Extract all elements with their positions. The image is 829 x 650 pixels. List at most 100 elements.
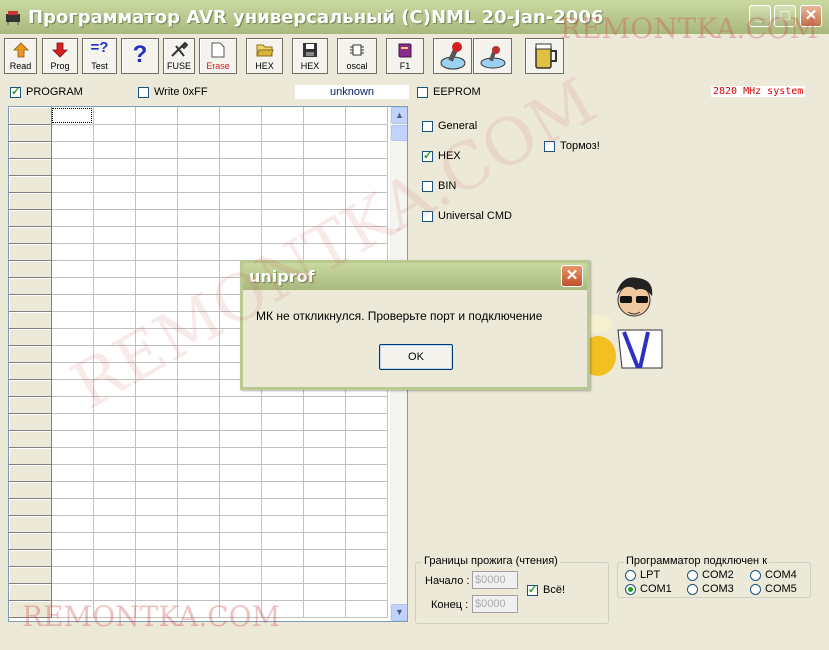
- open-hex-button[interactable]: HEX: [246, 38, 283, 74]
- grid-cell[interactable]: [177, 328, 220, 346]
- grid-cell[interactable]: [135, 532, 178, 550]
- title-bar[interactable]: Программатор AVR универсальный (С)NML 20…: [0, 0, 829, 34]
- grid-cell[interactable]: [303, 447, 346, 465]
- grid-cell[interactable]: [51, 447, 94, 465]
- grid-cell[interactable]: [93, 362, 136, 380]
- scroll-down-button[interactable]: ▼: [391, 604, 407, 621]
- grid-cell[interactable]: [219, 396, 262, 414]
- grid-cell[interactable]: [219, 481, 262, 499]
- grid-cell[interactable]: [303, 396, 346, 414]
- grid-cell[interactable]: [51, 345, 94, 363]
- grid-cell[interactable]: [51, 566, 94, 584]
- grid-cell[interactable]: [135, 107, 178, 125]
- grid-cell[interactable]: [135, 396, 178, 414]
- grid-cell[interactable]: [219, 141, 262, 159]
- grid-cell[interactable]: [51, 532, 94, 550]
- grid-cell[interactable]: [135, 192, 178, 210]
- write-ff-check[interactable]: [138, 86, 149, 98]
- ok-button[interactable]: OK: [379, 344, 453, 370]
- grid-cell[interactable]: [219, 600, 262, 618]
- grid-cell[interactable]: [177, 141, 220, 159]
- grid-cell[interactable]: [93, 107, 136, 125]
- dialog-close-button[interactable]: ✕: [561, 265, 583, 287]
- radio-com1-dot[interactable]: [625, 583, 636, 595]
- grid-cell[interactable]: [303, 549, 346, 567]
- grid-cell[interactable]: [177, 583, 220, 601]
- grid-cell[interactable]: [93, 566, 136, 584]
- grid-cell[interactable]: [261, 515, 304, 533]
- grid-cell[interactable]: [135, 362, 178, 380]
- prog-button[interactable]: Prog: [42, 38, 78, 74]
- grid-cell[interactable]: [303, 532, 346, 550]
- eeprom-check[interactable]: [417, 86, 428, 98]
- grid-cell[interactable]: [261, 464, 304, 482]
- grid-cell[interactable]: [303, 515, 346, 533]
- all-checkbox[interactable]: Всё!: [527, 583, 565, 596]
- grid-cell[interactable]: [261, 498, 304, 516]
- grid-cell[interactable]: [51, 515, 94, 533]
- grid-cell[interactable]: [345, 566, 388, 584]
- grid-cell[interactable]: [303, 158, 346, 176]
- grid-cell[interactable]: [51, 107, 94, 125]
- bin-check[interactable]: [422, 180, 433, 192]
- radio-com5[interactable]: COM5: [750, 583, 797, 595]
- grid-cell[interactable]: [93, 430, 136, 448]
- grid-cell[interactable]: [177, 430, 220, 448]
- grid-cell[interactable]: [177, 396, 220, 414]
- dialog-title-bar[interactable]: uniprof ✕: [243, 263, 587, 290]
- grid-cell[interactable]: [345, 549, 388, 567]
- grid-cell[interactable]: [345, 464, 388, 482]
- program-check[interactable]: [10, 85, 21, 98]
- grid-cell[interactable]: [51, 311, 94, 329]
- grid-cell[interactable]: [93, 226, 136, 244]
- grid-cell[interactable]: [219, 464, 262, 482]
- grid-cell[interactable]: [51, 209, 94, 227]
- grid-cell[interactable]: [93, 158, 136, 176]
- grid-cell[interactable]: [303, 430, 346, 448]
- grid-cell[interactable]: [93, 124, 136, 142]
- grid-cell[interactable]: [135, 158, 178, 176]
- grid-cell[interactable]: [135, 226, 178, 244]
- grid-cell[interactable]: [177, 277, 220, 295]
- radio-com2[interactable]: COM2: [687, 569, 734, 581]
- grid-cell[interactable]: [261, 192, 304, 210]
- grid-cell[interactable]: [135, 481, 178, 499]
- read-button[interactable]: Read: [4, 38, 37, 74]
- grid-cell[interactable]: [303, 413, 346, 431]
- grid-cell[interactable]: [177, 209, 220, 227]
- grid-cell[interactable]: [177, 158, 220, 176]
- grid-cell[interactable]: [345, 158, 388, 176]
- grid-cell[interactable]: [345, 124, 388, 142]
- grid-cell[interactable]: [345, 515, 388, 533]
- grid-cell[interactable]: [345, 430, 388, 448]
- grid-cell[interactable]: [51, 260, 94, 278]
- grid-cell[interactable]: [261, 158, 304, 176]
- eeprom-checkbox[interactable]: EEPROM: [417, 86, 481, 98]
- grid-cell[interactable]: [303, 192, 346, 210]
- grid-cell[interactable]: [51, 362, 94, 380]
- grid-cell[interactable]: [303, 209, 346, 227]
- grid-cell[interactable]: [177, 447, 220, 465]
- f1-button[interactable]: F1: [386, 38, 424, 74]
- all-check[interactable]: [527, 583, 538, 596]
- oscal-button[interactable]: oscal: [337, 38, 377, 74]
- radio-com4-dot[interactable]: [750, 569, 761, 581]
- grid-cell[interactable]: [345, 243, 388, 261]
- grid-cell[interactable]: [303, 226, 346, 244]
- grid-cell[interactable]: [51, 549, 94, 567]
- grid-cell[interactable]: [261, 549, 304, 567]
- grid-cell[interactable]: [135, 549, 178, 567]
- grid-cell[interactable]: [93, 294, 136, 312]
- bin-checkbox[interactable]: BIN: [422, 180, 456, 192]
- grid-cell[interactable]: [345, 532, 388, 550]
- grid-cell[interactable]: [51, 413, 94, 431]
- grid-cell[interactable]: [93, 396, 136, 414]
- stamp-red-button[interactable]: [433, 38, 472, 74]
- radio-com3[interactable]: COM3: [687, 583, 734, 595]
- grid-cell[interactable]: [261, 532, 304, 550]
- beer-button[interactable]: [525, 38, 564, 74]
- grid-cell[interactable]: [177, 515, 220, 533]
- grid-cell[interactable]: [177, 498, 220, 516]
- grid-cell[interactable]: [219, 566, 262, 584]
- grid-cell[interactable]: [135, 124, 178, 142]
